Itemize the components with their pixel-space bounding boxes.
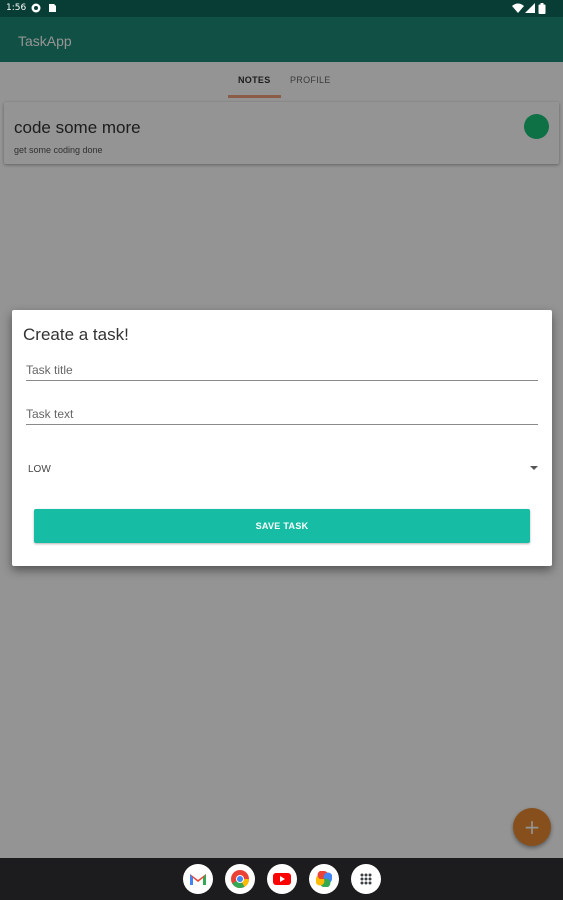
task-text-input[interactable] xyxy=(26,399,538,421)
task-title-field xyxy=(26,355,538,381)
status-time: 1:56 xyxy=(6,3,27,13)
task-text-field xyxy=(26,399,538,425)
dropdown-arrow-icon xyxy=(530,466,538,470)
youtube-icon[interactable] xyxy=(267,864,297,894)
status-bar: 1:56 xyxy=(0,0,563,17)
photos-icon[interactable] xyxy=(309,864,339,894)
priority-selected-value: LOW xyxy=(28,464,51,475)
wifi-icon xyxy=(512,3,524,13)
dialog-title: Create a task! xyxy=(23,325,129,344)
sim-icon xyxy=(31,3,41,13)
taskbar-dock xyxy=(0,858,563,900)
gmail-icon[interactable] xyxy=(183,864,213,894)
priority-dropdown[interactable]: LOW xyxy=(28,460,538,480)
task-title-input[interactable] xyxy=(26,355,538,377)
chrome-icon[interactable] xyxy=(225,864,255,894)
app-drawer-icon[interactable] xyxy=(351,864,381,894)
save-task-button[interactable]: SAVE TASK xyxy=(34,509,530,543)
battery-icon xyxy=(538,3,548,14)
notification-icon xyxy=(47,3,57,13)
signal-icon xyxy=(525,3,535,13)
create-task-dialog: Create a task! LOW SAVE TASK xyxy=(12,310,552,566)
